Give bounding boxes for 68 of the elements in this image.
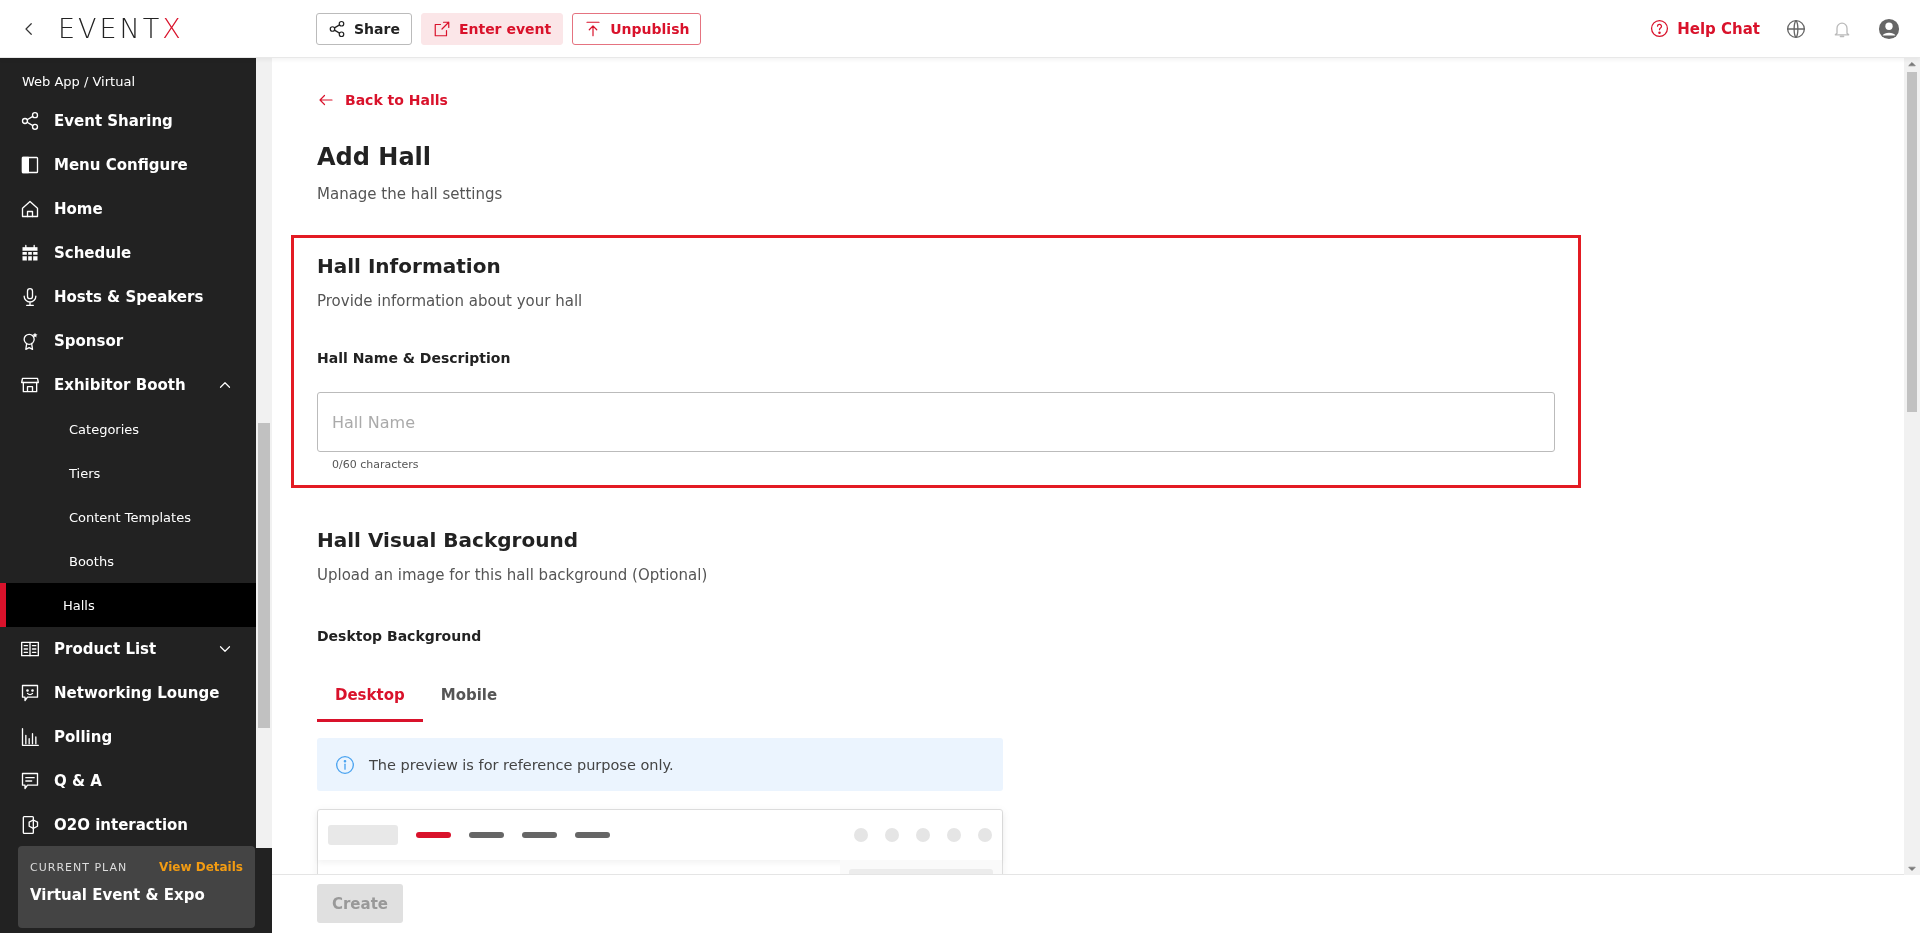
sidebar-item[interactable]: Q & A bbox=[0, 759, 256, 803]
sidebar-subitem[interactable]: Categories bbox=[0, 407, 256, 451]
sidebar-item[interactable]: Networking Lounge bbox=[0, 671, 256, 715]
phone-icon bbox=[20, 815, 40, 835]
plan-name: Virtual Event & Expo bbox=[30, 886, 206, 904]
field-label: Desktop Background bbox=[317, 628, 483, 644]
info-icon bbox=[335, 754, 355, 775]
back-link[interactable]: Back to Halls bbox=[317, 91, 1612, 109]
nav-placeholder bbox=[416, 832, 451, 838]
character-counter: 0/60 characters bbox=[332, 458, 420, 471]
input-field[interactable]: Hall Name bbox=[317, 392, 1555, 452]
section-subtitle: Provide information about your hall bbox=[317, 292, 584, 310]
info-text: The preview is for reference purpose only. bbox=[369, 756, 674, 773]
field-label: Hall Name & Description bbox=[317, 350, 512, 366]
scrollbar[interactable] bbox=[1904, 58, 1920, 875]
dot-placeholder bbox=[916, 828, 930, 842]
tab[interactable]: Desktop bbox=[317, 670, 423, 722]
unpublish-button[interactable]: Unpublish bbox=[572, 12, 702, 45]
calendar-icon bbox=[20, 243, 40, 263]
bar-chart-icon bbox=[20, 727, 40, 747]
sidebar-item[interactable]: O2O interaction bbox=[0, 803, 256, 847]
sidebar-item[interactable]: Menu Configure bbox=[0, 143, 256, 187]
sidebar-item[interactable]: Event Sharing bbox=[0, 99, 256, 143]
share-button[interactable]: Share bbox=[316, 12, 412, 45]
nav-placeholder bbox=[522, 832, 557, 838]
share-icon bbox=[20, 111, 40, 131]
share-icon bbox=[328, 19, 346, 38]
book-icon bbox=[20, 639, 40, 659]
sidebar-subitem[interactable]: Halls bbox=[0, 583, 256, 627]
section-title: Hall Information bbox=[317, 254, 502, 278]
globe-icon[interactable] bbox=[1786, 18, 1806, 39]
section-title: Hall Visual Background bbox=[317, 528, 579, 552]
dot-placeholder bbox=[854, 828, 868, 842]
upload-icon bbox=[584, 19, 603, 38]
sidebar-item[interactable]: Exhibitor Booth bbox=[0, 363, 256, 407]
logo-wordmark[interactable]: EVENTX bbox=[58, 13, 184, 44]
sidebar-item[interactable]: Polling bbox=[0, 715, 256, 759]
scrollbar[interactable] bbox=[256, 58, 272, 848]
sidebar-item[interactable]: Product List bbox=[0, 627, 256, 671]
tab[interactable]: Mobile bbox=[422, 670, 516, 722]
section-subtitle: Upload an image for this hall background (Optional) bbox=[317, 566, 709, 584]
sidebar-item[interactable]: Home bbox=[0, 187, 256, 231]
storefront-icon bbox=[20, 375, 40, 395]
dot-placeholder bbox=[885, 828, 899, 842]
nav-placeholder bbox=[469, 832, 504, 838]
plan-caption: CURRENT PLAN bbox=[30, 860, 128, 874]
chat-icon bbox=[20, 771, 40, 791]
page-subtitle: Manage the hall settings bbox=[317, 185, 504, 203]
account-icon[interactable] bbox=[1878, 17, 1900, 40]
view-details-link[interactable]: View Details bbox=[159, 860, 243, 874]
enter-button[interactable]: Enter event bbox=[420, 12, 564, 45]
dot-placeholder bbox=[947, 828, 961, 842]
help-chat-link[interactable]: Help Chat bbox=[1650, 19, 1760, 38]
sidebar-item[interactable]: Sponsor bbox=[0, 319, 256, 363]
sidebar-item[interactable]: Schedule bbox=[0, 231, 256, 275]
sidebar-subitem[interactable]: Tiers bbox=[0, 451, 256, 495]
panel-icon bbox=[20, 155, 40, 175]
external-link-icon bbox=[432, 19, 451, 38]
sidebar-subitem[interactable]: Content Templates bbox=[0, 495, 256, 539]
home-icon bbox=[20, 199, 40, 219]
sidebar-subitem[interactable]: Booths bbox=[0, 539, 256, 583]
nav-placeholder bbox=[575, 832, 610, 838]
breadcrumb: Web App / Virtual bbox=[21, 73, 136, 91]
dot-placeholder bbox=[978, 828, 992, 842]
smiley-chat-icon bbox=[20, 683, 40, 703]
help-icon bbox=[1650, 19, 1670, 38]
page-title: Add Hall bbox=[317, 143, 433, 171]
sidebar-item[interactable]: Hosts & Speakers bbox=[0, 275, 256, 319]
